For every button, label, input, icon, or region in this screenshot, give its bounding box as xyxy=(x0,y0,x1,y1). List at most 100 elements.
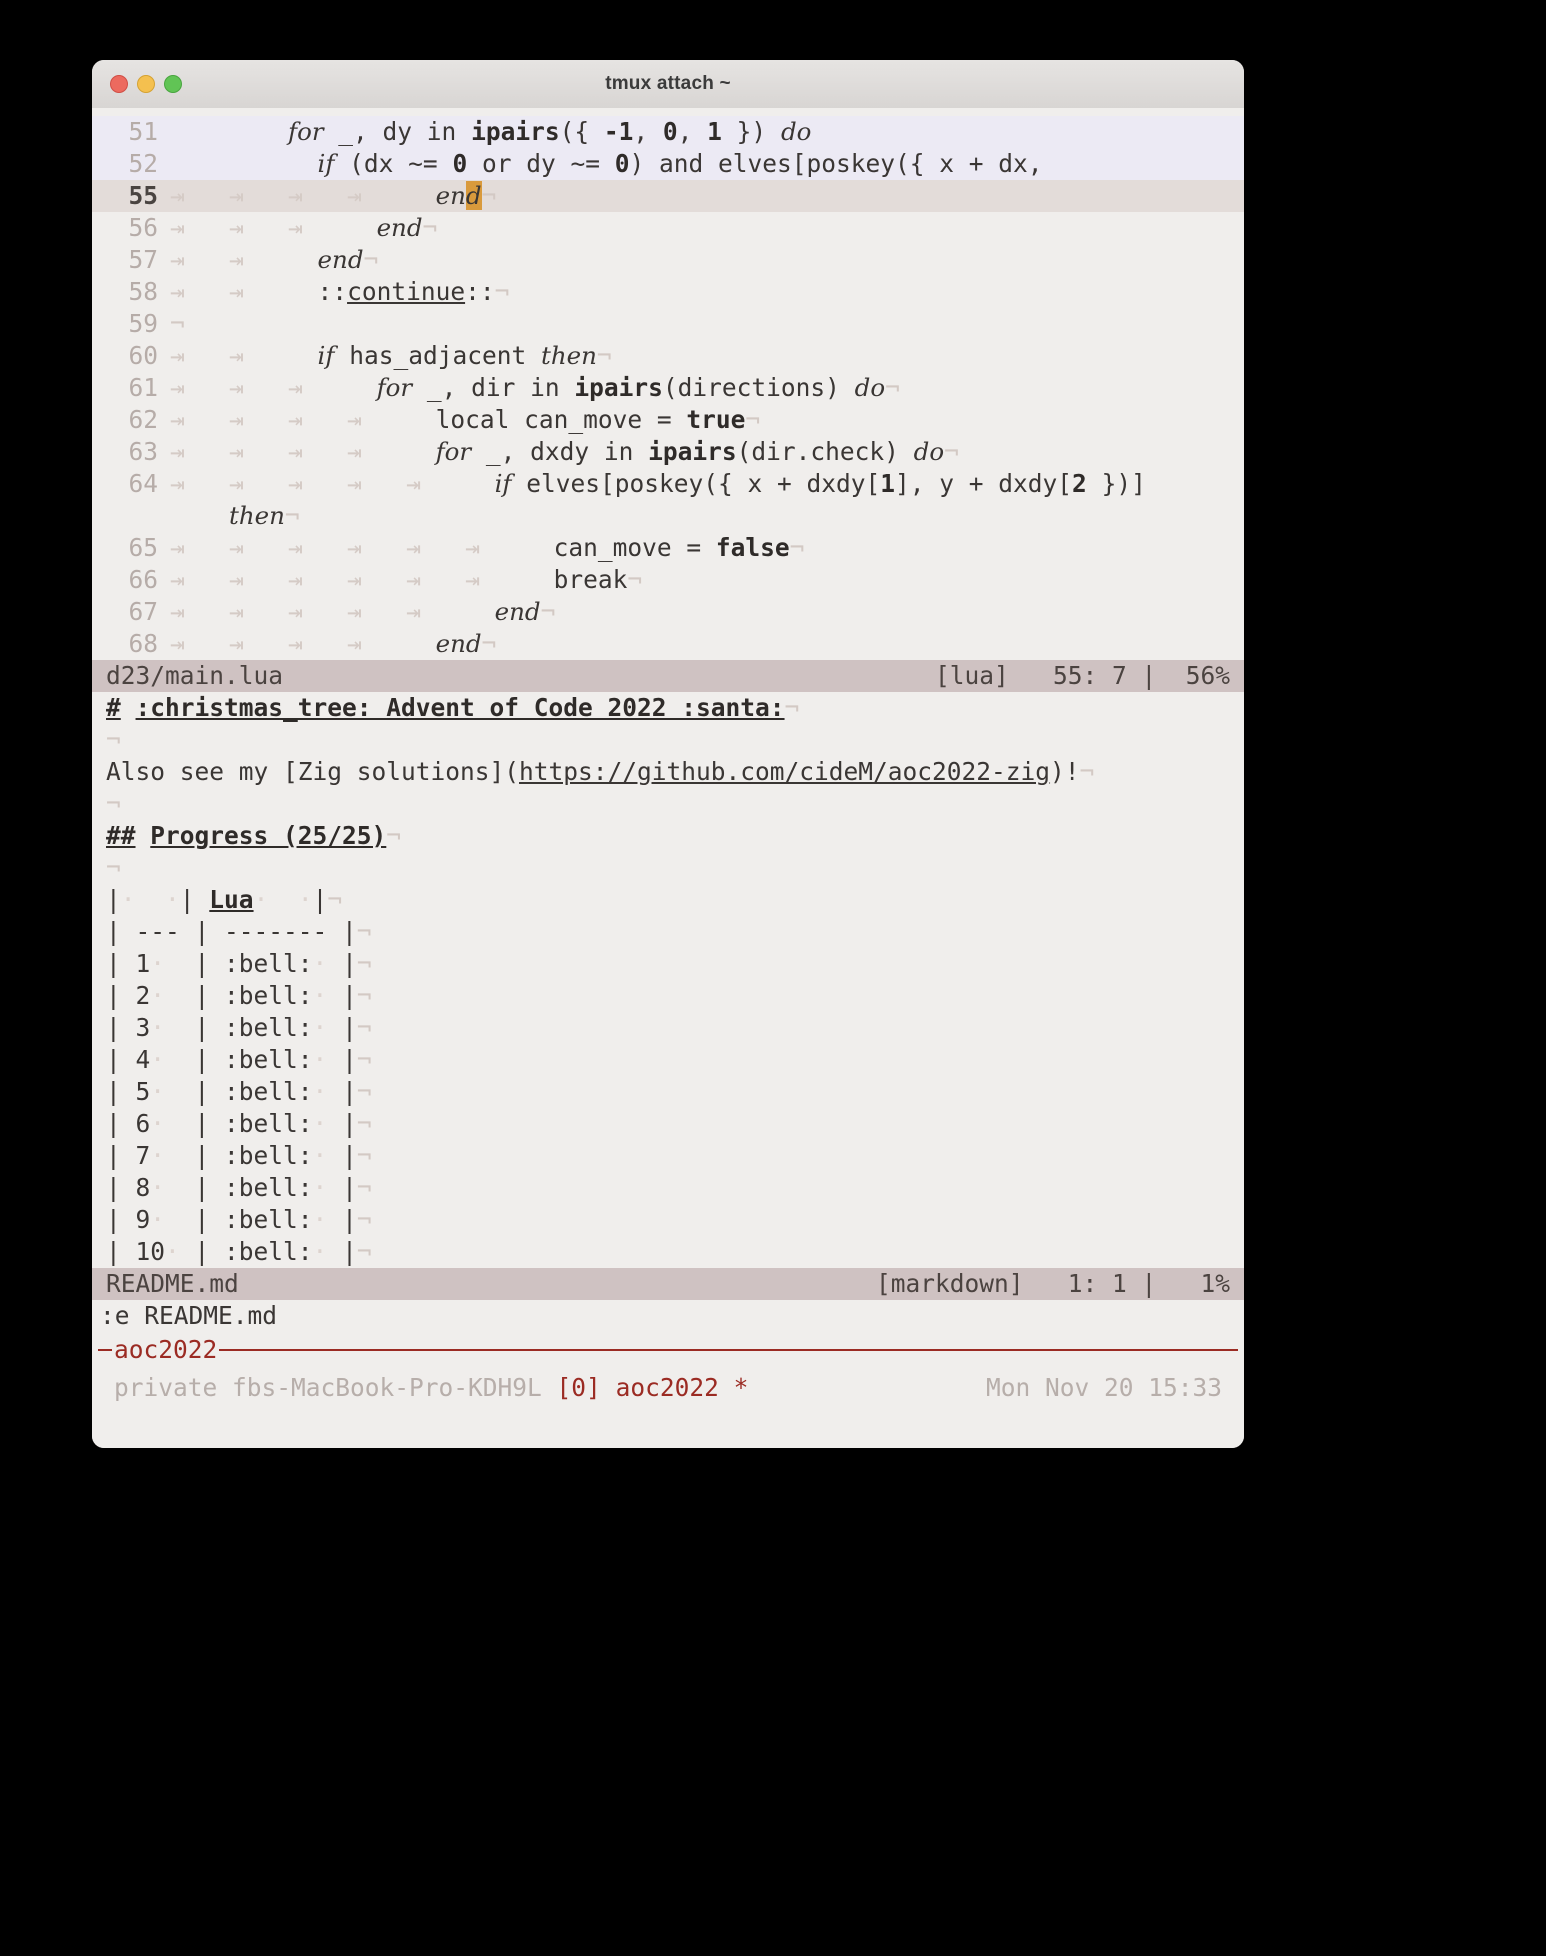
code-keyword: en xyxy=(435,181,466,210)
tmux-session-name[interactable]: aoc2022 xyxy=(616,1372,719,1404)
tab-indent-marker-icon: ⇥ xyxy=(229,629,289,658)
code-line[interactable]: 59 ¬ xyxy=(92,308,1244,340)
code-text: can_move = xyxy=(553,533,716,562)
trailing-space-marker-icon: · xyxy=(312,981,328,1010)
code-line[interactable]: 60 ⇥ ⇥ if has_adjacent then¬ xyxy=(92,340,1244,372)
tab-indent-marker-icon: ⇥ xyxy=(229,277,289,306)
markdown-line[interactable]: | 4· | :bell:· |¬ xyxy=(92,1044,1244,1076)
trailing-space-marker-icon: · xyxy=(312,1013,328,1042)
eol-marker-icon: ¬ xyxy=(106,789,121,818)
eol-marker-icon: ¬ xyxy=(481,629,497,658)
gutter-pad xyxy=(158,436,170,468)
line-number: 57 xyxy=(128,245,158,274)
statusline-readme-filetype: [markdown] xyxy=(875,1269,1024,1298)
code-line[interactable]: 52 if (dx ~= 0 or dy ~= 0) and elves[pos… xyxy=(92,148,1244,180)
tmux-host: private fbs-MacBook-Pro-KDH9L xyxy=(114,1373,542,1402)
tab-indent-marker-icon: ⇥ xyxy=(229,405,289,434)
code-text: | 2 xyxy=(106,981,151,1010)
eol-marker-icon: ¬ xyxy=(356,1013,372,1042)
code-text: ({ xyxy=(559,117,604,146)
gutter-pad xyxy=(158,532,170,564)
code-keyword: end xyxy=(317,245,364,274)
code-line[interactable]: 61 ⇥ ⇥ ⇥ for _, dir in ipairs(directions… xyxy=(92,372,1244,404)
tab-indent-marker-icon: ⇥ xyxy=(170,533,230,562)
code-text: })] xyxy=(1086,469,1146,498)
code-line[interactable]: 57 ⇥ ⇥ end¬ xyxy=(92,244,1244,276)
eol-marker-icon: ¬ xyxy=(356,1045,372,1074)
code-line[interactable]: 51 for _, dy in ipairs({ -1, 0, 1 }) do xyxy=(92,116,1244,148)
code-text: (directions) xyxy=(662,373,855,402)
editor-pane-readme[interactable]: # :christmas_tree: Advent of Code 2022 :… xyxy=(92,692,1244,1268)
markdown-line[interactable]: | 5· | :bell:· |¬ xyxy=(92,1076,1244,1108)
code-text: | :bell: xyxy=(165,949,313,978)
markdown-line[interactable]: # :christmas_tree: Advent of Code 2022 :… xyxy=(92,692,1244,724)
code-keyword: if xyxy=(317,341,335,370)
code-text: break xyxy=(553,565,628,594)
markdown-line[interactable]: | 10· | :bell:· |¬ xyxy=(92,1236,1244,1268)
line-number: 68 xyxy=(128,629,158,658)
trailing-space-marker-icon: · xyxy=(312,1141,328,1170)
statusline-readme-filename: README.md xyxy=(106,1269,239,1298)
code-text: (dir.check) xyxy=(736,437,914,466)
markdown-line[interactable]: | 7· | :bell:· |¬ xyxy=(92,1140,1244,1172)
markdown-line[interactable]: | 2· | :bell:· |¬ xyxy=(92,980,1244,1012)
code-text: | xyxy=(327,1045,357,1074)
code-text: , xyxy=(677,117,708,146)
gutter-pad xyxy=(158,148,170,180)
line-number: 63 xyxy=(128,437,158,466)
code-line[interactable]: 66 ⇥ ⇥ ⇥ ⇥ ⇥ ⇥ break¬ xyxy=(92,564,1244,596)
markdown-line[interactable]: | --- | ------- |¬ xyxy=(92,916,1244,948)
code-line[interactable]: 68 ⇥ ⇥ ⇥ ⇥ end¬ xyxy=(92,628,1244,660)
markdown-line[interactable]: | 9· | :bell:· |¬ xyxy=(92,1204,1244,1236)
statusline-lua-filename: d23/main.lua xyxy=(106,661,284,690)
trailing-space-marker-icon: · xyxy=(150,1173,166,1202)
code-text: | 4 xyxy=(106,1045,151,1074)
tab-indent-marker-icon: ⇥ xyxy=(288,373,348,402)
markdown-line[interactable]: Also see my [Zig solutions](https://gith… xyxy=(92,756,1244,788)
markdown-line[interactable]: ## Progress (25/25)¬ xyxy=(92,820,1244,852)
markdown-line[interactable]: ¬ xyxy=(92,852,1244,884)
markdown-line[interactable]: | 1· | :bell:· |¬ xyxy=(92,948,1244,980)
markdown-line[interactable]: | 3· | :bell:· |¬ xyxy=(92,1012,1244,1044)
trailing-space-marker-icon: · xyxy=(150,981,166,1010)
eol-marker-icon: ¬ xyxy=(494,277,510,306)
tmux-session-index[interactable]: [0] xyxy=(557,1372,601,1404)
markdown-heading: ## xyxy=(106,821,136,850)
code-line[interactable]: 67 ⇥ ⇥ ⇥ ⇥ ⇥ end¬ xyxy=(92,596,1244,628)
markdown-heading: :christmas_tree: Advent of Code 2022 :sa… xyxy=(135,693,785,722)
tab-indent-marker-icon: ⇥ xyxy=(229,245,289,274)
code-line[interactable]: 64 ⇥ ⇥ ⇥ ⇥ ⇥ if elves[poskey({ x + dxdy[… xyxy=(92,468,1244,500)
tab-indent-marker-icon: ⇥ xyxy=(347,181,407,210)
markdown-line[interactable]: ¬ xyxy=(92,724,1244,756)
markdown-line[interactable]: |· ·| Lua· ·|¬ xyxy=(92,884,1244,916)
markdown-line[interactable]: | 6· | :bell:· |¬ xyxy=(92,1108,1244,1140)
tab-indent-marker-icon: ⇥ xyxy=(465,533,525,562)
code-line[interactable]: then¬ xyxy=(92,500,1244,532)
vim-command-line[interactable]: :e README.md xyxy=(92,1300,1244,1332)
code-text: | xyxy=(327,1109,357,1138)
code-text: :: xyxy=(465,277,495,306)
markdown-line[interactable]: ¬ xyxy=(92,788,1244,820)
code-text: | xyxy=(312,885,328,914)
tmux-window-name[interactable]: aoc2022 xyxy=(112,1337,219,1363)
tab-indent-marker-icon: ⇥ xyxy=(347,533,407,562)
editor-pane-lua[interactable]: 51 for _, dy in ipairs({ -1, 0, 1 }) do 5… xyxy=(92,116,1244,660)
code-label: continue xyxy=(347,277,466,306)
eol-marker-icon: ¬ xyxy=(356,981,372,1010)
code-text: :: xyxy=(317,277,348,306)
code-line[interactable]: 62 ⇥ ⇥ ⇥ ⇥ local can_move = true¬ xyxy=(92,404,1244,436)
tmux-rule-right xyxy=(219,1349,1238,1351)
code-line[interactable]: 58 ⇥ ⇥ ::continue::¬ xyxy=(92,276,1244,308)
code-line[interactable]: 55 ⇥ ⇥ ⇥ ⇥ end¬ xyxy=(92,180,1244,212)
code-text: | xyxy=(327,1077,357,1106)
code-line[interactable]: 65 ⇥ ⇥ ⇥ ⇥ ⇥ ⇥ can_move = false¬ xyxy=(92,532,1244,564)
statusline-lua-filetype: [lua] xyxy=(934,661,1009,690)
eol-marker-icon: ¬ xyxy=(422,213,438,242)
code-line[interactable]: 63 ⇥ ⇥ ⇥ ⇥ for _, dxdy in ipairs(dir.che… xyxy=(92,436,1244,468)
code-line[interactable]: 56 ⇥ ⇥ ⇥ end¬ xyxy=(92,212,1244,244)
markdown-line[interactable]: | 8· | :bell:· |¬ xyxy=(92,1172,1244,1204)
